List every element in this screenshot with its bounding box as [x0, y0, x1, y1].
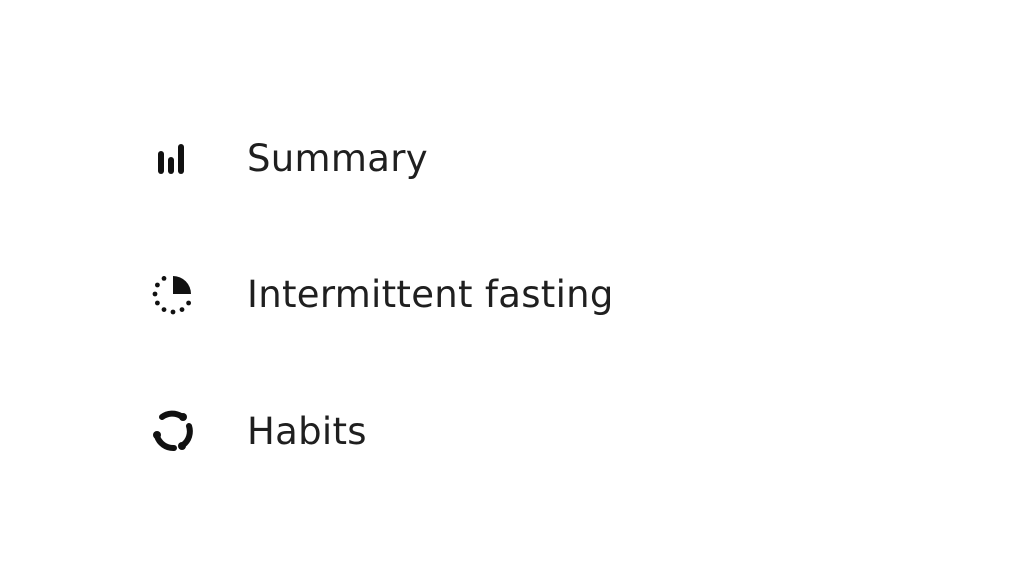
menu-item-summary[interactable]: Summary [140, 113, 840, 203]
menu-item-label: Intermittent fasting [247, 272, 614, 316]
bar-chart-icon [150, 134, 210, 182]
navigation-menu: Summary Intermittent fasting Habits [0, 0, 1024, 583]
menu-item-label: Habits [247, 409, 367, 453]
habits-cycle-icon [150, 407, 210, 455]
menu-item-label: Summary [247, 136, 428, 180]
menu-item-habits[interactable]: Habits [140, 386, 840, 476]
fasting-timer-icon [150, 270, 210, 318]
menu-item-intermittent-fasting[interactable]: Intermittent fasting [140, 249, 840, 339]
